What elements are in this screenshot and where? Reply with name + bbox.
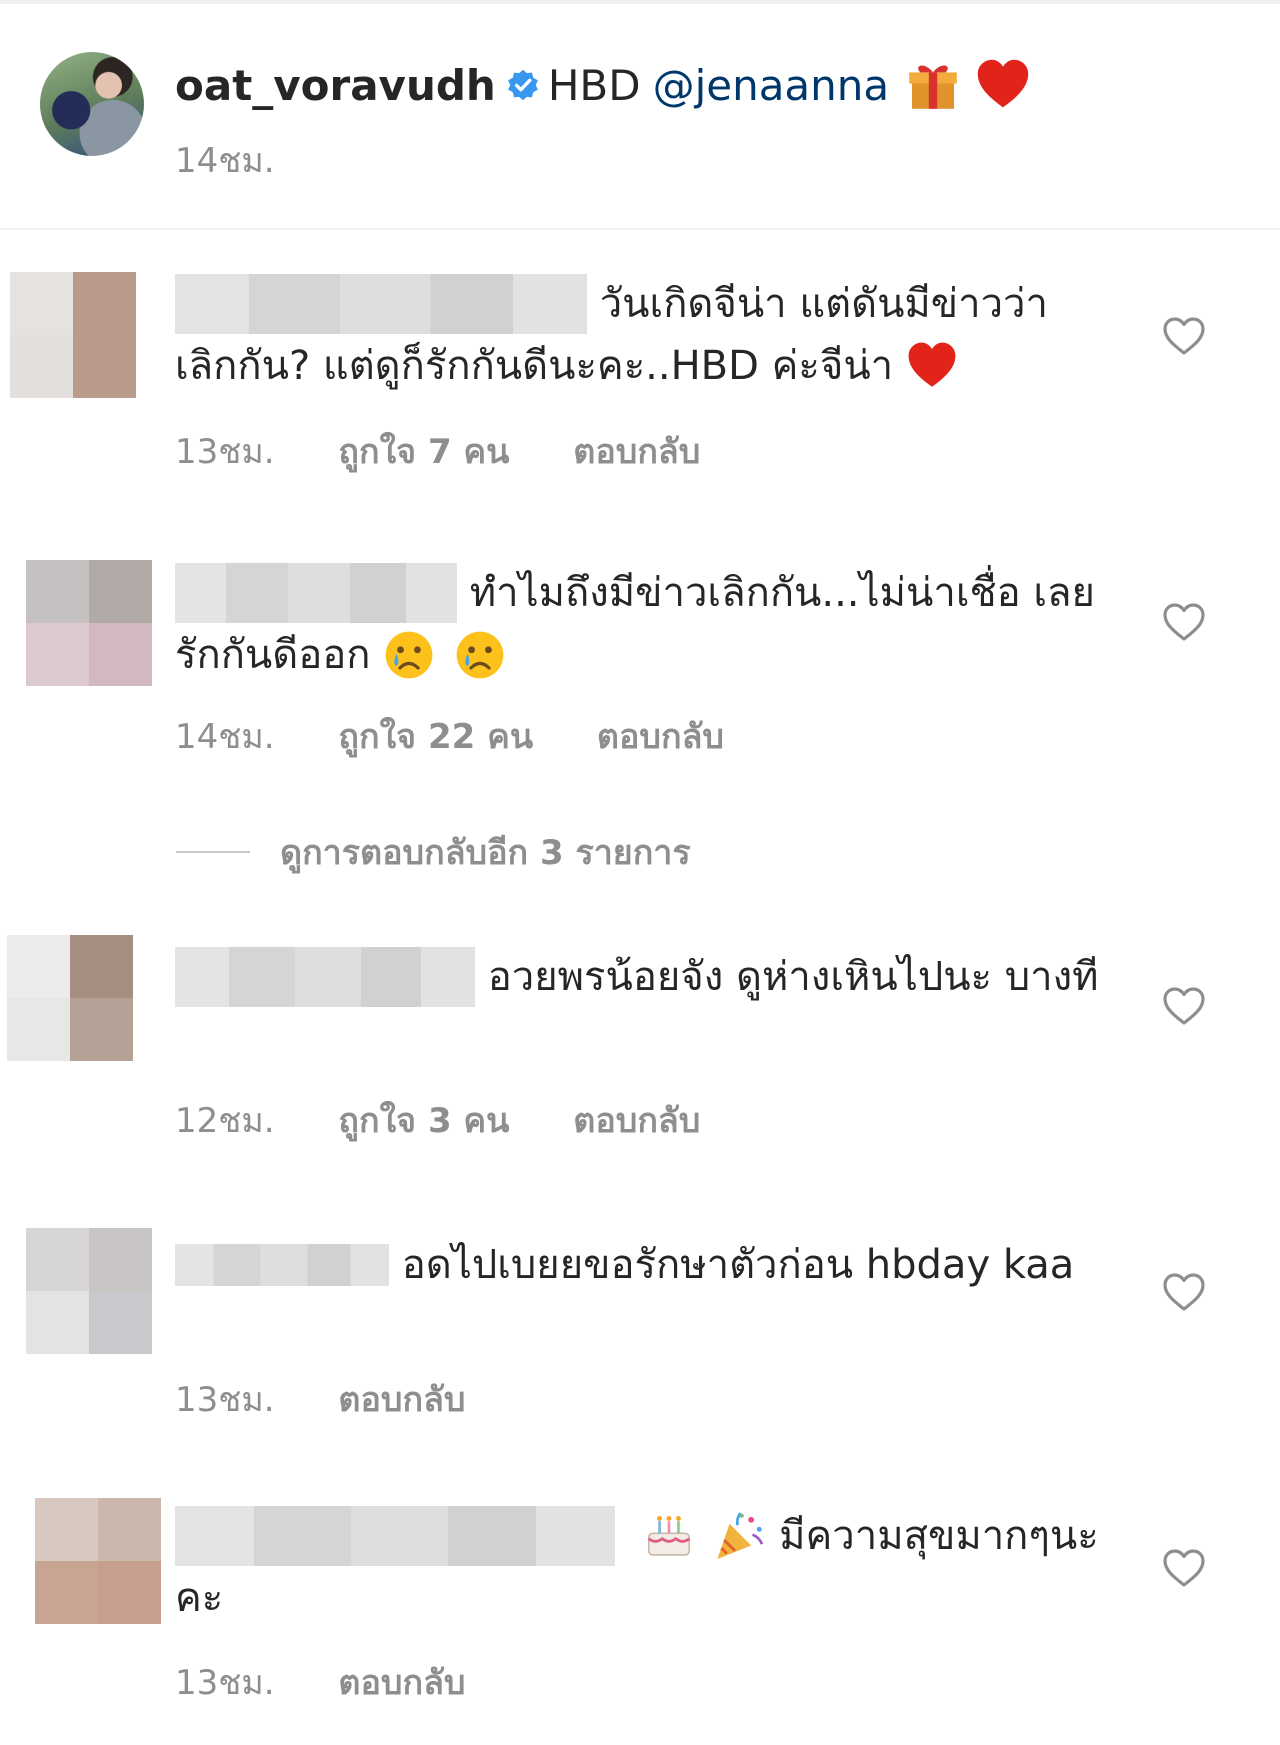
red-heart-emoji-icon bbox=[906, 341, 958, 391]
avatar-pixel bbox=[73, 272, 136, 335]
comment-text: อดไปเบยยขอรักษาตัวก่อน hbday kaa bbox=[401, 1242, 1075, 1288]
avatar-pixel bbox=[7, 998, 70, 1061]
avatar-pixel bbox=[26, 1228, 89, 1291]
avatar-pixel bbox=[73, 335, 136, 398]
comment-timestamp: 13ชม. bbox=[175, 432, 275, 472]
comment-likes-link[interactable]: ถูกใจ 22 คน bbox=[338, 717, 533, 757]
avatar-pixel bbox=[89, 1228, 152, 1291]
avatar-pixel bbox=[26, 623, 89, 686]
post-author-avatar[interactable] bbox=[40, 52, 144, 156]
comment-timestamp: 13ชม. bbox=[175, 1380, 275, 1420]
comment-meta: 13ชม. ตอบกลับ bbox=[175, 1372, 518, 1426]
blurred-username[interactable] bbox=[175, 1506, 615, 1566]
comment-body: อดไปเบยยขอรักษาตัวก่อน hbday kaa bbox=[175, 1233, 1105, 1295]
post-timestamp: 14ชม. bbox=[175, 141, 275, 181]
header-divider bbox=[0, 228, 1280, 230]
like-heart-icon[interactable] bbox=[1162, 986, 1206, 1026]
post-mention-link[interactable]: @jenaanna bbox=[653, 61, 890, 110]
avatar-pixel bbox=[89, 1291, 152, 1354]
like-heart-icon[interactable] bbox=[1162, 602, 1206, 642]
avatar-pixel bbox=[89, 560, 152, 623]
reply-button[interactable]: ตอบกลับ bbox=[597, 717, 724, 757]
comment-likes-link[interactable]: ถูกใจ 7 คน bbox=[338, 432, 509, 472]
avatar-pixel bbox=[26, 560, 89, 623]
avatar-pixel bbox=[10, 272, 73, 335]
post-username[interactable]: oat_voravudh bbox=[175, 61, 496, 110]
commenter-avatar[interactable] bbox=[35, 1498, 161, 1624]
party-popper-emoji-icon bbox=[712, 1509, 766, 1563]
commenter-avatar[interactable] bbox=[10, 272, 136, 398]
view-replies-line bbox=[176, 851, 250, 853]
comment-body: วันเกิดจีน่า แต่ดันมีข่าวว่า เลิกกัน? แต… bbox=[175, 272, 1105, 396]
avatar-pixel bbox=[89, 623, 152, 686]
commenter-avatar[interactable] bbox=[26, 560, 152, 686]
reply-button[interactable]: ตอบกลับ bbox=[338, 1380, 465, 1420]
comment-meta: 13ชม. ตอบกลับ bbox=[175, 1655, 518, 1709]
comment-timestamp: 12ชม. bbox=[175, 1101, 275, 1141]
reply-button[interactable]: ตอบกลับ bbox=[573, 1101, 700, 1141]
like-heart-icon[interactable] bbox=[1162, 316, 1206, 356]
comment-meta: 14ชม. ถูกใจ 22 คน ตอบกลับ bbox=[175, 709, 776, 763]
avatar-pixel bbox=[10, 335, 73, 398]
comment-body: มีความสุขมากๆนะ คะ bbox=[175, 1504, 1105, 1628]
reply-button[interactable]: ตอบกลับ bbox=[338, 1663, 465, 1703]
reply-button[interactable]: ตอบกลับ bbox=[573, 432, 700, 472]
comment-body: อวยพรน้อยจัง ดูห่างเหินไปนะ บางที bbox=[175, 945, 1105, 1007]
verified-badge-icon bbox=[506, 68, 540, 102]
view-replies-label: ดูการตอบกลับอีก 3 รายการ bbox=[280, 833, 691, 873]
comment-timestamp: 13ชม. bbox=[175, 1663, 275, 1703]
gift-emoji-icon bbox=[905, 57, 961, 113]
comment-body: ทำไมถึงมีข่าวเลิกกัน...ไม่น่าเชื่อ เลย ร… bbox=[175, 561, 1105, 685]
avatar-pixel bbox=[35, 1498, 98, 1561]
commenter-avatar[interactable] bbox=[7, 935, 133, 1061]
blurred-username[interactable] bbox=[175, 274, 587, 334]
blurred-username[interactable] bbox=[175, 947, 475, 1007]
blurred-username[interactable] bbox=[175, 1244, 389, 1286]
view-replies-button[interactable]: ดูการตอบกลับอีก 3 รายการ bbox=[176, 825, 691, 879]
red-heart-emoji-icon bbox=[975, 58, 1031, 112]
avatar-pixel bbox=[26, 1291, 89, 1354]
avatar-pixel bbox=[35, 1561, 98, 1624]
avatar-pixel bbox=[98, 1498, 161, 1561]
comment-likes-link[interactable]: ถูกใจ 3 คน bbox=[338, 1101, 509, 1141]
crying-face-emoji-icon bbox=[454, 629, 506, 681]
post-caption-text: HBD bbox=[547, 60, 641, 110]
comment-text: อวยพรน้อยจัง ดูห่างเหินไปนะ บางที bbox=[487, 954, 1099, 1000]
avatar-pixel bbox=[70, 935, 133, 998]
comment-timestamp: 14ชม. bbox=[175, 717, 275, 757]
post-caption-line: oat_voravudh HBD @jenaanna bbox=[175, 50, 1031, 120]
blurred-username[interactable] bbox=[175, 563, 457, 623]
avatar-pixel bbox=[7, 935, 70, 998]
avatar-pixel bbox=[98, 1561, 161, 1624]
avatar-pixel bbox=[70, 998, 133, 1061]
crying-face-emoji-icon bbox=[383, 629, 435, 681]
comment-meta: 13ชม. ถูกใจ 7 คน ตอบกลับ bbox=[175, 424, 752, 478]
top-border bbox=[0, 0, 1280, 4]
commenter-avatar[interactable] bbox=[26, 1228, 152, 1354]
like-heart-icon[interactable] bbox=[1162, 1272, 1206, 1312]
birthday-cake-emoji-icon bbox=[642, 1509, 696, 1563]
comment-meta: 12ชม. ถูกใจ 3 คน ตอบกลับ bbox=[175, 1093, 752, 1147]
like-heart-icon[interactable] bbox=[1162, 1548, 1206, 1588]
